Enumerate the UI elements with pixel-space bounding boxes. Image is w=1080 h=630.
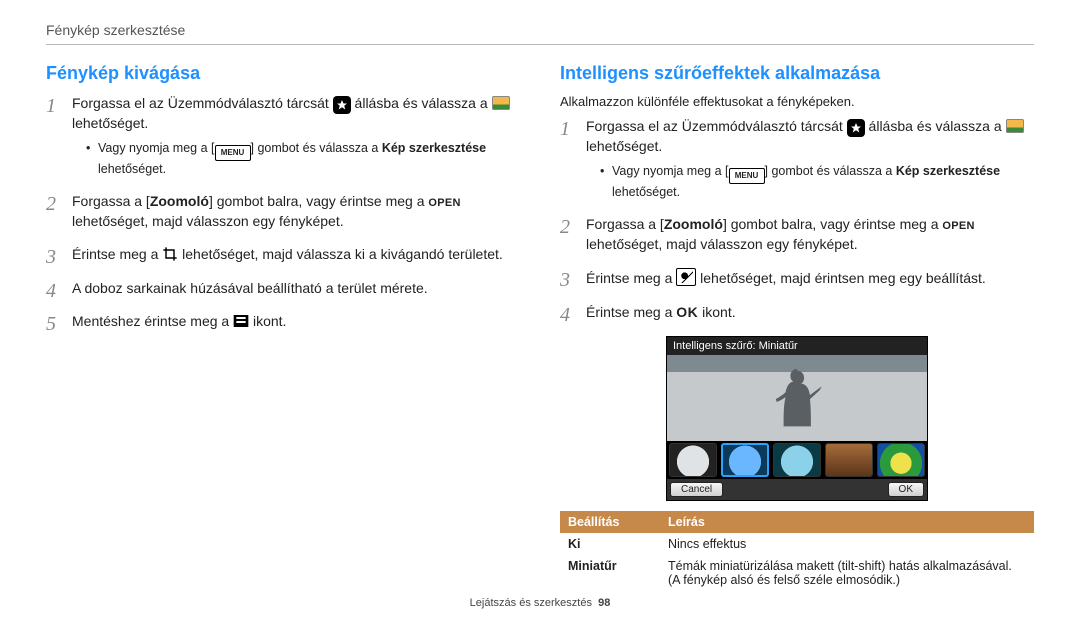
- text: ] gombot és válassza a: [251, 141, 382, 155]
- star-icon: [333, 96, 351, 114]
- page-number: 98: [598, 597, 610, 609]
- text: ] gombot és válassza a: [765, 164, 896, 178]
- right-step-4: Érintse meg a OK ikont.: [560, 303, 1034, 323]
- menu-icon: MENU: [729, 168, 765, 184]
- preview-thumbs: [667, 441, 927, 479]
- opt-desc: Nincs effektus: [660, 533, 1034, 555]
- filter-preview: Intelligens szűrő: Miniatűr Cancel OK: [666, 336, 928, 501]
- opt-name: Ki: [560, 533, 660, 555]
- text: Forgassa el az Üzemmódválasztó tárcsát: [72, 95, 333, 111]
- effect-frame-icon: [676, 268, 696, 286]
- text: lehetőséget, majd érintsen meg egy beáll…: [700, 270, 986, 286]
- thumb-4[interactable]: [825, 443, 873, 477]
- left-step-1-sub: Vagy nyomja meg a [MENU] gombot és válas…: [86, 140, 520, 179]
- right-step-3: Érintse meg a lehetőséget, majd érintsen…: [560, 268, 1034, 289]
- text: Mentéshez érintse meg a: [72, 313, 233, 329]
- heading-crop: Fénykép kivágása: [46, 63, 520, 84]
- text: lehetőséget, majd válasszon egy fényképe…: [72, 213, 344, 229]
- right-steps: Forgassa el az Üzemmódválasztó tárcsát á…: [560, 117, 1034, 322]
- left-steps: Forgassa el az Üzemmódválasztó tárcsát á…: [46, 94, 520, 332]
- th-setting: Beállítás: [560, 511, 660, 533]
- text: Forgassa a [: [586, 216, 664, 232]
- right-step-1-sub: Vagy nyomja meg a [MENU] gombot és válas…: [600, 163, 1034, 202]
- preview-image: [667, 355, 927, 441]
- opt-name: Miniatűr: [560, 555, 660, 591]
- gallery-icon: [1006, 119, 1024, 133]
- cancel-button[interactable]: Cancel: [670, 482, 723, 497]
- options-table: Beállítás Leírás Ki Nincs effektus Minia…: [560, 511, 1034, 591]
- text: Kép szerkesztése: [896, 164, 1000, 178]
- crop-icon: [162, 246, 178, 262]
- left-column: Fénykép kivágása Forgassa el az Üzemmódv…: [46, 63, 520, 591]
- ok-button[interactable]: OK: [888, 482, 924, 497]
- text: lehetőséget, majd válasszon egy fényképe…: [586, 236, 858, 252]
- star-icon: [847, 119, 865, 137]
- text: Érintse meg a: [72, 246, 162, 262]
- text: Vagy nyomja meg a [: [612, 164, 729, 178]
- silhouette-icon: [667, 363, 927, 441]
- thumb-1[interactable]: [669, 443, 717, 477]
- left-step-1: Forgassa el az Üzemmódválasztó tárcsát á…: [46, 94, 520, 178]
- text: lehetőséget, majd válassza ki a kivágand…: [182, 246, 503, 262]
- ok-icon: OK: [676, 304, 698, 320]
- text: lehetőséget.: [72, 115, 148, 131]
- footer: Lejátszás és szerkesztés 98: [46, 597, 1034, 609]
- left-step-3: Érintse meg a lehetőséget, majd válassza…: [46, 245, 520, 265]
- thumb-5[interactable]: [877, 443, 925, 477]
- text: Érintse meg a: [586, 304, 676, 320]
- gallery-icon: [492, 96, 510, 110]
- text: ikont.: [253, 313, 286, 329]
- table-row: Ki Nincs effektus: [560, 533, 1034, 555]
- heading-filter: Intelligens szűrőeffektek alkalmazása: [560, 63, 1034, 84]
- left-step-4: A doboz sarkainak húzásával beállítható …: [46, 279, 520, 299]
- page-header: Fénykép szerkesztése: [46, 22, 1034, 38]
- text: Forgassa a [: [72, 193, 150, 209]
- footer-section: Lejátszás és szerkesztés: [470, 597, 592, 609]
- text: Kép szerkesztése: [382, 141, 486, 155]
- right-column: Intelligens szűrőeffektek alkalmazása Al…: [560, 63, 1034, 591]
- thumb-2-selected[interactable]: [721, 443, 769, 477]
- text: ] gombot balra, vagy érintse meg a: [723, 216, 942, 232]
- text: Forgassa el az Üzemmódválasztó tárcsát: [586, 118, 847, 134]
- text: lehetőséget.: [98, 162, 166, 176]
- opt-desc: Témák miniatürizálása makett (tilt-shift…: [660, 555, 1034, 591]
- open-label: OPEN: [942, 220, 974, 232]
- table-row: Miniatűr Témák miniatürizálása makett (t…: [560, 555, 1034, 591]
- text: lehetőséget.: [612, 185, 680, 199]
- preview-title: Intelligens szűrő: Miniatűr: [667, 337, 927, 355]
- text: állásba és válassza a: [869, 118, 1006, 134]
- intro: Alkalmazzon különféle effektusokat a fén…: [560, 94, 1034, 109]
- text: A doboz sarkainak húzásával beállítható …: [72, 280, 428, 296]
- text: Zoomoló: [150, 193, 209, 209]
- open-label: OPEN: [428, 197, 460, 209]
- right-step-2: Forgassa a [Zoomoló] gombot balra, vagy …: [560, 215, 1034, 254]
- menu-icon: MENU: [215, 145, 251, 161]
- save-icon: [233, 314, 249, 328]
- left-step-5: Mentéshez érintse meg a ikont.: [46, 312, 520, 332]
- text: Vagy nyomja meg a [: [98, 141, 215, 155]
- text: Zoomoló: [664, 216, 723, 232]
- text: állásba és válassza a: [355, 95, 492, 111]
- right-step-1: Forgassa el az Üzemmódválasztó tárcsát á…: [560, 117, 1034, 201]
- left-step-2: Forgassa a [Zoomoló] gombot balra, vagy …: [46, 192, 520, 231]
- thumb-3[interactable]: [773, 443, 821, 477]
- text: lehetőséget.: [586, 138, 662, 154]
- divider: [46, 44, 1034, 45]
- text: ikont.: [702, 304, 735, 320]
- text: ] gombot balra, vagy érintse meg a: [209, 193, 428, 209]
- th-desc: Leírás: [660, 511, 1034, 533]
- text: Érintse meg a: [586, 270, 676, 286]
